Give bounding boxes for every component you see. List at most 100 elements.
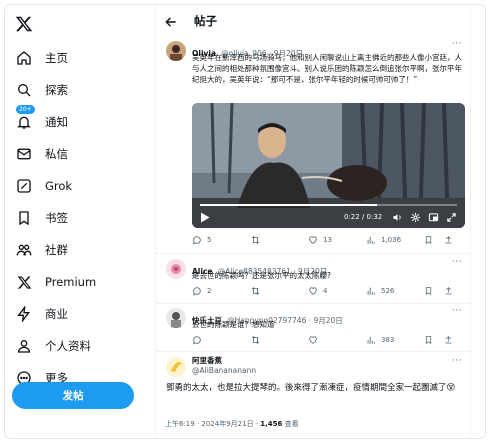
reply-actions: 383: [192, 335, 466, 345]
views-button[interactable]: 526: [366, 286, 424, 296]
video-controls: 0:22 / 0:32: [192, 208, 465, 228]
bookmark-icon: [425, 287, 432, 296]
share-button[interactable]: [444, 235, 458, 245]
author-name[interactable]: 阿里香蕉: [192, 356, 256, 366]
repost-button[interactable]: [250, 335, 308, 345]
sidebar: 主页 探索 20+ 通知 私信 Grok 书签 社群 Premium 商业 个人…: [5, 5, 155, 438]
bookmark-button[interactable]: [424, 335, 444, 345]
video-player[interactable]: 0:22 / 0:32: [192, 103, 465, 228]
nav-label: 私信: [45, 147, 68, 161]
back-arrow-icon[interactable]: [164, 14, 178, 28]
views-count: 1,456: [260, 420, 283, 428]
main-column: 帖子 Olivia @olivia_906 · 9月20日 ··· 吴英年在新泽…: [155, 5, 471, 438]
views-chart-icon: [367, 336, 375, 344]
repost-icon: [251, 287, 260, 295]
bell-icon: 20+: [15, 105, 35, 131]
views-button[interactable]: 383: [366, 335, 424, 345]
heart-icon: [309, 236, 317, 244]
avatar[interactable]: [166, 259, 186, 279]
reply-button[interactable]: 2: [192, 286, 250, 296]
share-button[interactable]: [444, 286, 458, 296]
like-count: 4: [323, 287, 328, 295]
page-title: 帖子: [194, 14, 217, 28]
reply-count: 5: [207, 236, 212, 244]
nav-label: 书签: [45, 211, 68, 225]
reply-author: 阿里香蕉 @AliBanananann: [192, 356, 256, 376]
reply-actions: 2 4 526: [192, 286, 466, 296]
reply-text: 去世的陈颖是谁？想知道: [192, 320, 275, 329]
grok-icon: [15, 177, 33, 195]
reply-text: 鄧勇的太太，也是拉大提琴的。後來得了漸凍症，疫情期間全家一起團滅了😵: [166, 383, 456, 393]
share-button[interactable]: [444, 335, 458, 345]
video-progress-fill: [200, 204, 378, 206]
divider: [156, 253, 470, 254]
reply-icon: [193, 287, 201, 296]
avatar[interactable]: [166, 357, 186, 377]
views-label: 查看: [282, 420, 299, 428]
settings-gear-icon[interactable]: [410, 212, 421, 225]
nav-label: Grok: [45, 179, 73, 193]
nav-item-notifications[interactable]: 20+ 通知: [15, 105, 68, 135]
bookmark-button[interactable]: [424, 235, 444, 245]
share-icon: [445, 236, 452, 244]
repost-button[interactable]: [250, 286, 308, 296]
nav-item-bookmarks[interactable]: 书签: [15, 205, 68, 231]
avatar[interactable]: [166, 41, 186, 61]
app-window: 主页 探索 20+ 通知 私信 Grok 书签 社群 Premium 商业 个人…: [4, 4, 486, 439]
author-handle[interactable]: @AliBanananann: [192, 366, 256, 376]
home-icon: [15, 49, 33, 67]
like-count: 13: [323, 236, 332, 244]
nav-item-grok[interactable]: Grok: [15, 173, 72, 199]
nav-label: 主页: [45, 51, 68, 65]
post-button[interactable]: 发帖: [12, 382, 134, 409]
nav-label: 探索: [45, 83, 68, 97]
more-options-icon[interactable]: ···: [452, 356, 462, 366]
nav-item-business[interactable]: 商业: [15, 301, 68, 327]
nav-label: 个人资料: [45, 339, 91, 353]
nav-item-messages[interactable]: 私信: [15, 141, 68, 167]
repost-button[interactable]: [250, 235, 308, 245]
like-button[interactable]: [308, 335, 366, 345]
nav-item-home[interactable]: 主页: [15, 45, 68, 71]
volume-icon[interactable]: [392, 212, 403, 225]
views-button[interactable]: 1,036: [366, 235, 424, 245]
nav-item-communities[interactable]: 社群: [15, 237, 68, 263]
views-count: 1,036: [381, 236, 402, 244]
more-options-icon[interactable]: ···: [452, 39, 462, 49]
more-options-icon[interactable]: ···: [452, 257, 462, 267]
like-button[interactable]: 4: [308, 286, 366, 296]
more-options-icon[interactable]: ···: [452, 306, 462, 316]
reply-button[interactable]: 5: [192, 235, 250, 245]
reply-button[interactable]: [192, 335, 250, 345]
post-text: 吴英年在新泽西的马场骑马，他和别人闲聊说山上离主佛近的那些人像小宫廷，人与人之间…: [192, 53, 462, 84]
bookmark-icon: [425, 236, 432, 245]
reply-icon: [193, 336, 201, 345]
search-icon: [15, 81, 33, 99]
like-button[interactable]: 13: [308, 235, 366, 245]
picture-in-picture-icon[interactable]: [428, 212, 439, 225]
nav-item-explore[interactable]: 探索: [15, 77, 68, 103]
timestamp[interactable]: 上午6:19 · 2024年9月21日 ·: [165, 420, 260, 428]
bookmark-icon: [15, 209, 33, 227]
divider: [156, 303, 470, 304]
mail-icon: [15, 145, 33, 163]
communities-icon: [15, 241, 33, 259]
nav-item-profile[interactable]: 个人资料: [15, 333, 91, 359]
share-icon: [445, 287, 452, 295]
heart-icon: [309, 336, 317, 344]
fullscreen-icon[interactable]: [446, 212, 457, 225]
bookmark-button[interactable]: [424, 286, 444, 296]
repost-icon: [251, 336, 260, 344]
views-count: 526: [381, 287, 395, 295]
video-progress-bar[interactable]: [200, 204, 457, 206]
repost-icon: [251, 236, 260, 244]
play-icon[interactable]: [200, 212, 210, 225]
share-icon: [445, 336, 452, 344]
nav-item-premium[interactable]: Premium: [15, 269, 96, 295]
x-logo-icon[interactable]: [15, 15, 37, 37]
post-timestamp: 上午6:19 · 2024年9月21日 · 1,456 查看: [165, 419, 299, 429]
nav-label: Premium: [45, 275, 97, 289]
reply-count: 2: [207, 287, 212, 295]
reply-icon: [193, 236, 201, 245]
avatar[interactable]: [166, 308, 186, 328]
